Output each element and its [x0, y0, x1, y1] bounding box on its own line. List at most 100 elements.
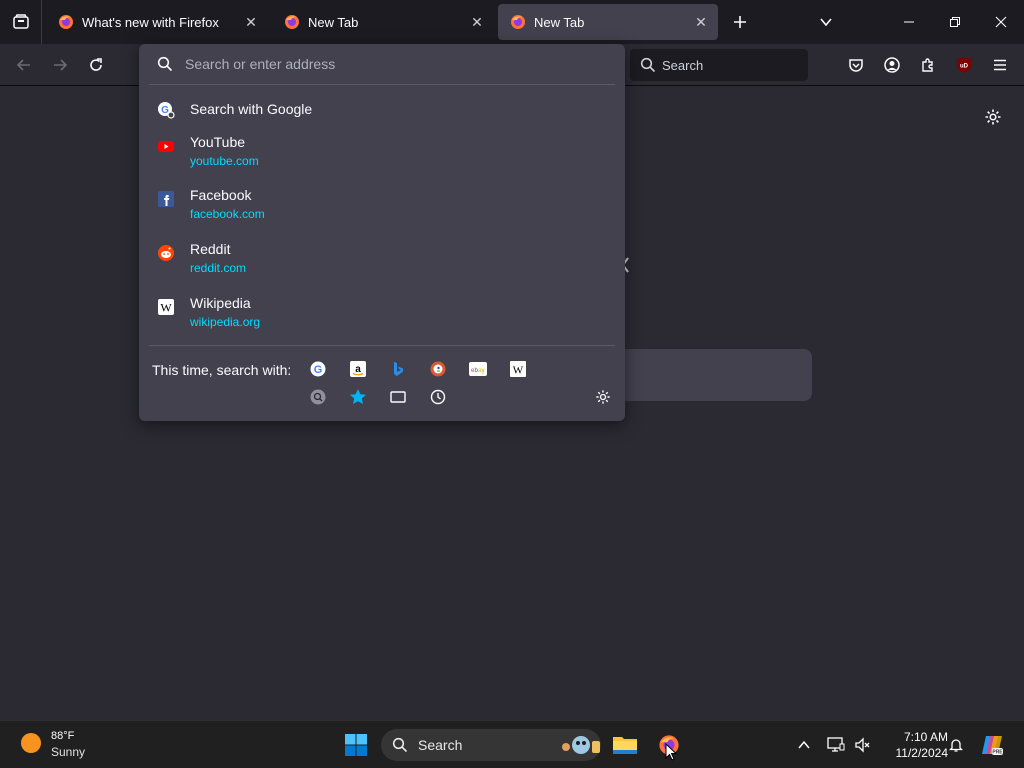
ublock-button[interactable]: uD	[949, 50, 979, 80]
display-tray-button[interactable]	[821, 729, 851, 761]
restore-button[interactable]	[932, 0, 978, 44]
address-input[interactable]	[185, 56, 585, 72]
list-all-tabs-button[interactable]	[812, 8, 840, 36]
one-off-ebay[interactable]: ebay	[464, 357, 492, 381]
back-button[interactable]	[9, 50, 39, 80]
svg-text:PRE: PRE	[992, 750, 1003, 756]
bookmarks-icon	[350, 389, 366, 404]
folder-icon	[613, 737, 637, 754]
weather-widget[interactable]: 88°F Sunny	[18, 729, 108, 761]
bell-icon	[948, 739, 964, 752]
page-search-box[interactable]	[600, 349, 812, 401]
one-off-bing[interactable]	[384, 357, 412, 381]
tab-new-tab-1[interactable]: New Tab ✕	[272, 4, 494, 40]
reload-icon	[90, 58, 102, 71]
tab-strip: What's new with Firefox ✕ New Tab ✕ New …	[0, 0, 1024, 44]
facebook-icon	[158, 191, 174, 207]
one-off-history[interactable]	[424, 385, 452, 409]
result-title: Facebook	[190, 187, 252, 203]
chevron-up-icon	[798, 740, 810, 749]
copilot-button[interactable]: PRE	[976, 729, 1008, 761]
result-facebook[interactable]: Facebook facebook.com	[149, 187, 615, 227]
svg-text:uD: uD	[960, 64, 969, 70]
close-tab-icon[interactable]: ✕	[466, 11, 488, 33]
pocket-icon	[849, 59, 863, 72]
minimize-button[interactable]	[886, 0, 932, 44]
app-menu-button[interactable]	[985, 50, 1015, 80]
search-bar[interactable]: Search	[630, 49, 808, 81]
one-off-duckduckgo[interactable]	[424, 357, 452, 381]
file-explorer-button[interactable]	[609, 729, 641, 761]
clock[interactable]: 7:10 AM 11/2/2024	[878, 729, 949, 761]
reddit-icon	[158, 245, 174, 261]
search-icon	[392, 737, 408, 753]
page-settings-button[interactable]	[980, 104, 1006, 130]
monitor-icon	[827, 737, 845, 752]
firefox-view-icon	[12, 14, 29, 29]
tab-whats-new[interactable]: What's new with Firefox ✕	[46, 4, 268, 40]
result-url: facebook.com	[190, 207, 265, 221]
close-window-button[interactable]	[978, 0, 1024, 44]
tabs-icon	[390, 391, 406, 403]
one-off-wikipedia[interactable]: W	[504, 357, 532, 381]
taskbar-search[interactable]: Search	[381, 729, 601, 761]
puzzle-icon	[922, 58, 933, 72]
taskbar: 88°F Sunny Search 7:10 AM 11/2/2024 PRE	[0, 720, 1024, 768]
forward-arrow-icon	[54, 59, 68, 71]
mouse-cursor-icon	[665, 743, 677, 761]
urlbar[interactable]	[139, 44, 625, 84]
svg-text:W: W	[513, 365, 524, 377]
result-reddit[interactable]: Reddit reddit.com	[149, 241, 615, 281]
reload-button[interactable]	[81, 50, 111, 80]
google-icon: G	[310, 361, 326, 377]
pocket-button[interactable]	[841, 50, 871, 80]
result-title: YouTube	[190, 134, 246, 150]
tab-new-tab-2[interactable]: New Tab ✕	[498, 4, 718, 40]
one-off-settings-button[interactable]	[589, 385, 617, 409]
start-button[interactable]	[340, 729, 372, 761]
tab-title: What's new with Firefox	[82, 14, 219, 30]
notifications-button[interactable]	[941, 729, 971, 761]
copilot-icon: PRE	[982, 736, 1003, 756]
new-tab-button[interactable]	[726, 8, 754, 36]
back-arrow-icon	[16, 59, 30, 71]
firefox-taskbar-button[interactable]	[653, 729, 685, 761]
weather-condition: Sunny	[51, 745, 86, 759]
one-off-bookmarks[interactable]	[344, 385, 372, 409]
tab-title: New Tab	[308, 14, 359, 30]
svg-text:W: W	[160, 301, 172, 315]
forward-button[interactable]	[45, 50, 75, 80]
google-search-icon: G	[158, 102, 175, 119]
one-offs-label: This time, search with:	[152, 362, 292, 378]
extensions-button[interactable]	[913, 50, 943, 80]
windows-logo-icon	[345, 734, 367, 756]
divider	[149, 345, 615, 346]
close-icon	[995, 16, 1007, 28]
close-tab-icon[interactable]: ✕	[690, 11, 712, 33]
result-youtube[interactable]: YouTube youtube.com	[149, 134, 615, 174]
account-button[interactable]	[877, 50, 907, 80]
result-title: Search with Google	[190, 101, 313, 117]
account-icon	[884, 57, 900, 73]
one-off-amazon[interactable]: a	[344, 357, 372, 381]
one-off-search-engines[interactable]	[304, 385, 332, 409]
svg-text:G: G	[314, 364, 323, 376]
gear-icon	[596, 390, 610, 404]
minimize-icon	[904, 21, 914, 23]
firefox-icon	[285, 15, 299, 29]
wikipedia-icon: W	[158, 299, 174, 315]
search-bar-placeholder: Search	[662, 57, 704, 73]
ublock-origin-icon: uD	[957, 57, 971, 73]
amazon-icon: a	[350, 361, 366, 377]
firefox-view-button[interactable]	[0, 0, 42, 44]
restore-icon	[950, 17, 960, 27]
one-off-tabs[interactable]	[384, 385, 412, 409]
close-tab-icon[interactable]: ✕	[240, 11, 262, 33]
volume-tray-button[interactable]	[848, 729, 878, 761]
one-off-google[interactable]: G	[304, 357, 332, 381]
search-icon	[157, 56, 173, 72]
result-wikipedia[interactable]: W Wikipedia wikipedia.org	[149, 295, 615, 335]
result-search-google[interactable]: G Search with Google	[149, 98, 615, 122]
show-hidden-icons-button[interactable]	[789, 729, 819, 761]
wikipedia-icon: W	[510, 361, 526, 377]
